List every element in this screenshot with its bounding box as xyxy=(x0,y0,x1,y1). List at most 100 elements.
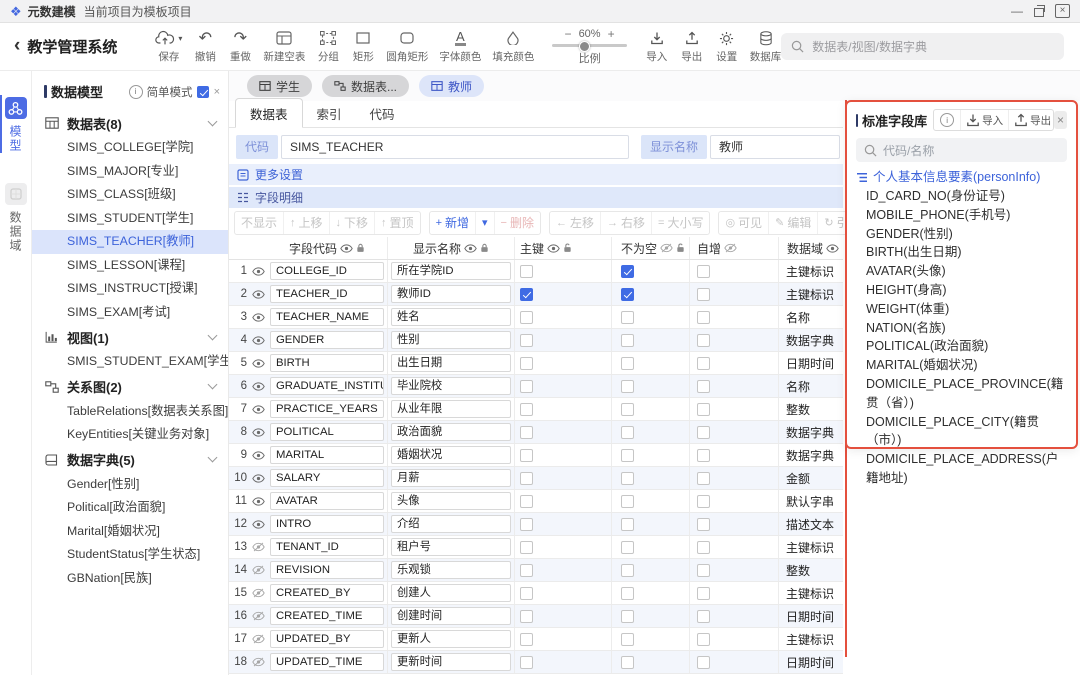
eye-icon[interactable] xyxy=(249,467,267,489)
chevron-down-icon[interactable] xyxy=(208,380,218,390)
standard-field-item[interactable]: DOMICILE_PLACE_ADDRESS(户籍地址) xyxy=(856,450,1067,488)
panel-info-button[interactable]: i xyxy=(934,110,960,130)
notnull-checkbox[interactable] xyxy=(621,380,634,393)
data-domain-cell[interactable]: 数据字典 xyxy=(779,421,843,443)
info-icon[interactable]: i xyxy=(129,85,143,99)
display-name-input[interactable]: 教师 xyxy=(710,135,840,159)
notnull-checkbox[interactable] xyxy=(621,403,634,416)
eye-icon[interactable] xyxy=(249,444,267,466)
table-row[interactable]: 13TENANT_ID租户号主键标识 xyxy=(229,536,843,559)
standard-field-item[interactable]: DOMICILE_PLACE_PROVINCE(籍贯（省）) xyxy=(856,375,1067,413)
sidebar-item[interactable]: SMIS_STUDENT_EXAM[学生考试] xyxy=(32,350,228,374)
table-row[interactable]: 15CREATED_BY创建人主键标识 xyxy=(229,582,843,605)
pk-checkbox[interactable] xyxy=(520,403,533,416)
eye-icon[interactable] xyxy=(249,375,267,397)
field-code-input[interactable]: TEACHER_NAME xyxy=(270,308,384,326)
pk-checkbox[interactable] xyxy=(520,380,533,393)
pk-checkbox[interactable] xyxy=(520,426,533,439)
eye-off-icon[interactable] xyxy=(249,536,267,558)
table-row[interactable]: 4GENDER性别数据字典 xyxy=(229,329,843,352)
eye-icon[interactable] xyxy=(249,513,267,535)
tab-代码[interactable]: 代码 xyxy=(356,99,409,127)
field-code-input[interactable]: TEACHER_ID xyxy=(270,285,384,303)
sidebar-close-icon[interactable]: × xyxy=(214,86,220,98)
data-domain-cell[interactable]: 主键标识 xyxy=(779,260,843,282)
field-group-item[interactable]: 个人基本信息要素(personInfo) xyxy=(856,167,1067,187)
sidebar-group-dict[interactable]: 数据字典(5) xyxy=(32,447,228,473)
eye-off-icon[interactable] xyxy=(249,628,267,650)
data-domain-cell[interactable]: 名称 xyxy=(779,375,843,397)
eye-off-icon[interactable] xyxy=(249,605,267,627)
more-settings-link[interactable]: 更多设置 xyxy=(229,164,843,185)
doc-tab[interactable]: 学生 xyxy=(247,75,312,97)
eye-off-icon[interactable] xyxy=(724,243,737,253)
field-code-input[interactable]: BIRTH xyxy=(270,354,384,372)
field-toolbar-button[interactable]: →右移 xyxy=(600,212,651,234)
eye-off-icon[interactable] xyxy=(249,559,267,581)
sidebar-item[interactable]: SIMS_TEACHER[教师] xyxy=(32,230,228,254)
standard-field-item[interactable]: ID_CARD_NO(身份证号) xyxy=(856,187,1067,206)
unlock-icon[interactable] xyxy=(563,243,572,253)
autoincrement-checkbox[interactable] xyxy=(697,518,710,531)
field-code-input[interactable]: CREATED_TIME xyxy=(270,607,384,625)
notnull-checkbox[interactable] xyxy=(621,587,634,600)
autoincrement-checkbox[interactable] xyxy=(697,449,710,462)
standard-field-item[interactable]: WEIGHT(体重) xyxy=(856,300,1067,319)
zoom-slider[interactable] xyxy=(552,44,626,47)
toolbar-import-button[interactable]: 导入 xyxy=(645,30,669,64)
toolbar-save-button[interactable]: ▾保存 xyxy=(155,30,182,64)
data-domain-cell[interactable]: 数据字典 xyxy=(779,444,843,466)
standard-field-item[interactable]: BIRTH(出生日期) xyxy=(856,243,1067,262)
table-row[interactable]: 9MARITAL婚姻状况数据字典 xyxy=(229,444,843,467)
simple-mode-checkbox[interactable] xyxy=(197,86,209,98)
toolbar-font-color-button[interactable]: A字体颜色 xyxy=(439,30,481,64)
panel-search-input[interactable]: 代码/名称 xyxy=(856,138,1067,162)
eye-icon[interactable] xyxy=(249,421,267,443)
pk-checkbox[interactable] xyxy=(520,495,533,508)
eye-icon[interactable] xyxy=(249,352,267,374)
data-domain-cell[interactable]: 日期时间 xyxy=(779,605,843,627)
display-name-input[interactable]: 头像 xyxy=(391,492,511,510)
field-code-input[interactable]: CREATED_BY xyxy=(270,584,384,602)
pk-checkbox[interactable] xyxy=(520,610,533,623)
table-row[interactable]: 1COLLEGE_ID所在学院ID主键标识 xyxy=(229,260,843,283)
display-name-input[interactable]: 性别 xyxy=(391,331,511,349)
data-domain-cell[interactable]: 名称 xyxy=(779,306,843,328)
field-code-input[interactable]: POLITICAL xyxy=(270,423,384,441)
field-code-input[interactable]: UPDATED_BY xyxy=(270,630,384,648)
autoincrement-checkbox[interactable] xyxy=(697,265,710,278)
data-domain-cell[interactable]: 日期时间 xyxy=(779,352,843,374)
sidebar-item[interactable]: SIMS_COLLEGE[学院] xyxy=(32,136,228,160)
pk-checkbox[interactable] xyxy=(520,288,533,301)
table-row[interactable]: 3TEACHER_NAME姓名名称 xyxy=(229,306,843,329)
field-toolbar-button[interactable]: ↓下移 xyxy=(329,212,375,234)
table-row[interactable]: 16CREATED_TIME创建时间日期时间 xyxy=(229,605,843,628)
pk-checkbox[interactable] xyxy=(520,472,533,485)
field-toolbar-button[interactable]: =大小写 xyxy=(651,212,709,234)
notnull-checkbox[interactable] xyxy=(621,518,634,531)
table-row[interactable]: 10SALARY月薪金额 xyxy=(229,467,843,490)
toolbar-database-button[interactable]: 数据库 xyxy=(750,30,782,64)
doc-tab[interactable]: 数据表... xyxy=(322,75,409,97)
data-domain-cell[interactable]: 描述文本 xyxy=(779,513,843,535)
eye-icon[interactable] xyxy=(340,244,353,253)
display-name-input[interactable]: 毕业院校 xyxy=(391,377,511,395)
notnull-checkbox[interactable] xyxy=(621,633,634,646)
autoincrement-checkbox[interactable] xyxy=(697,610,710,623)
sidebar-item[interactable]: SIMS_MAJOR[专业] xyxy=(32,160,228,184)
eye-icon[interactable] xyxy=(249,329,267,351)
panel-import-button[interactable]: 导入 xyxy=(960,110,1008,130)
field-code-input[interactable]: GENDER xyxy=(270,331,384,349)
table-row[interactable]: 18UPDATED_TIME更新时间日期时间 xyxy=(229,651,843,674)
eye-icon[interactable] xyxy=(249,490,267,512)
eye-off-icon[interactable] xyxy=(249,651,267,673)
pk-checkbox[interactable] xyxy=(520,311,533,324)
notnull-checkbox[interactable] xyxy=(621,449,634,462)
lock-icon[interactable] xyxy=(480,243,489,253)
autoincrement-checkbox[interactable] xyxy=(697,426,710,439)
notnull-checkbox[interactable] xyxy=(621,288,634,301)
field-toolbar-button[interactable]: ◎可见 xyxy=(719,212,768,234)
toolbar-group-button[interactable]: 分组 xyxy=(316,30,340,64)
pk-checkbox[interactable] xyxy=(520,633,533,646)
data-domain-cell[interactable]: 日期时间 xyxy=(779,651,843,673)
